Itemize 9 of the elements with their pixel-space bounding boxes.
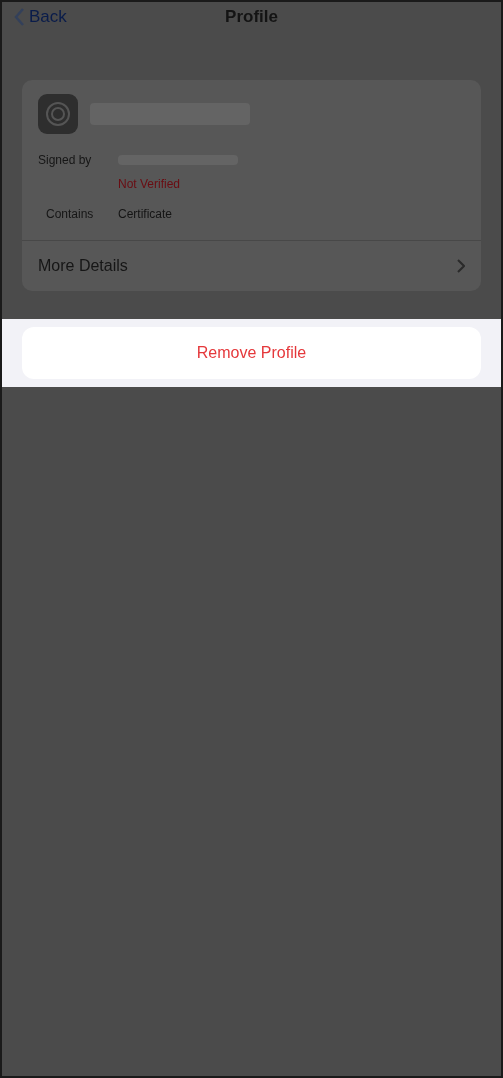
field-label: Contains <box>45 207 95 221</box>
field-label: Signed by <box>38 153 93 167</box>
chevron-left-icon <box>14 8 25 26</box>
chevron-right-icon <box>457 259 465 273</box>
back-link[interactable]: Back <box>14 7 67 27</box>
verification-status: Not Verified <box>118 177 181 191</box>
more-details-row[interactable]: More Details <box>22 240 481 291</box>
field-value: Certificate <box>118 207 173 221</box>
remove-profile-button[interactable]: Remove Profile <box>22 327 481 379</box>
